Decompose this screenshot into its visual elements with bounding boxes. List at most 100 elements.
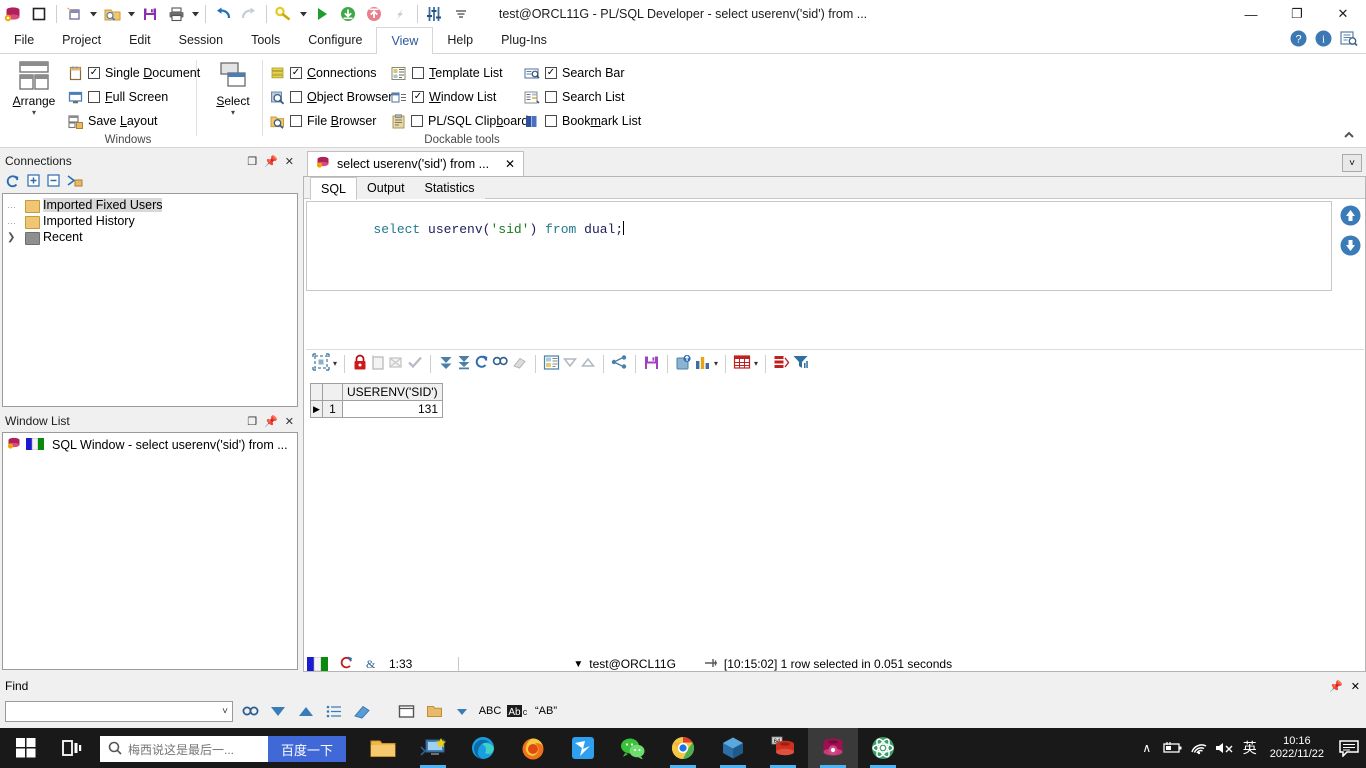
new-document-icon[interactable] [61, 1, 87, 27]
open-folder-icon[interactable] [99, 1, 125, 27]
taskbar-app-atom-editor[interactable] [858, 728, 908, 768]
file-browser-row[interactable]: File Browser [270, 110, 376, 132]
find-match-case-icon[interactable]: Ab c [507, 700, 529, 722]
new-connection-icon[interactable] [67, 174, 83, 191]
window-list-item[interactable]: SQL Window - select userenv('sid') from … [3, 436, 297, 454]
taskbar-clock[interactable]: 10:16 2022/11/22 [1262, 735, 1332, 761]
export-icon[interactable] [361, 1, 387, 27]
grid-column-header[interactable]: USERENV('SID') [342, 383, 443, 401]
refresh-results-icon[interactable] [474, 354, 490, 373]
menu-configure[interactable]: Configure [294, 27, 376, 53]
start-button[interactable] [4, 728, 48, 768]
find-binoculars-icon[interactable] [239, 700, 261, 722]
bookmark-list-checkbox[interactable] [545, 115, 557, 127]
filter-icon[interactable] [792, 354, 809, 373]
full-screen-row[interactable]: Full Screen [68, 86, 168, 108]
menu-file[interactable]: File [0, 27, 48, 53]
find-input[interactable]: ˅ [5, 700, 233, 722]
table-row[interactable]: ▶ 1 131 [310, 400, 443, 418]
window-square-icon[interactable] [26, 1, 52, 27]
help-icon[interactable]: ? [1290, 30, 1307, 50]
menu-edit[interactable]: Edit [115, 27, 165, 53]
document-tab-sql-window[interactable]: select userenv('sid') from ... ✕ [307, 151, 525, 176]
battery-icon[interactable] [1160, 728, 1186, 768]
connection-name[interactable]: test@ORCL11G [589, 657, 676, 671]
subtab-output[interactable]: Output [357, 177, 415, 199]
grid-dropdown-icon[interactable]: ▾ [754, 359, 758, 368]
save-layout-row[interactable]: Save Layout [68, 110, 158, 132]
sql-editor[interactable]: select userenv('sid') from dual; [306, 201, 1332, 291]
single-record-view-icon[interactable] [543, 354, 560, 374]
template-list-checkbox[interactable] [412, 67, 424, 79]
taskbar-app-virtualbox[interactable] [708, 728, 758, 768]
scope-folder-icon[interactable] [423, 700, 445, 722]
execute-icon[interactable] [309, 1, 335, 27]
tray-chevron-icon[interactable]: ∧ [1134, 728, 1160, 768]
last-page-icon[interactable] [456, 354, 472, 373]
window-list-pin-icon[interactable]: 📌 [264, 415, 278, 428]
connections-close-icon[interactable]: ✕ [285, 155, 294, 168]
action-center-icon[interactable] [1332, 728, 1366, 768]
chart-dropdown-icon[interactable]: ▾ [714, 359, 718, 368]
taskbar-app-microsoft-edge[interactable] [458, 728, 508, 768]
connections-restore-icon[interactable]: ❐ [247, 155, 257, 168]
tree-item-recent[interactable]: ❯ Recent [3, 229, 297, 245]
info-icon[interactable]: i [1315, 30, 1332, 50]
maximize-button[interactable]: ❐ [1274, 0, 1320, 28]
link-graph-icon[interactable] [611, 354, 628, 373]
cell-userenv-sid[interactable]: 131 [342, 400, 443, 418]
task-view-button[interactable] [52, 728, 92, 768]
print-icon[interactable] [163, 1, 189, 27]
subtab-sql[interactable]: SQL [310, 177, 358, 200]
window-list-restore-icon[interactable]: ❐ [247, 415, 257, 428]
connections-checkbox[interactable]: ✓ [290, 67, 302, 79]
menu-plugins[interactable]: Plug-Ins [487, 27, 561, 53]
menu-project[interactable]: Project [48, 27, 115, 53]
taskbar-app-remote-desktop[interactable] [408, 728, 458, 768]
lookup-book-icon[interactable] [1340, 30, 1358, 50]
print-dropdown[interactable] [189, 1, 201, 27]
menu-session[interactable]: Session [165, 27, 237, 53]
more-commands-icon[interactable] [448, 1, 474, 27]
taskbar-app-google-chrome[interactable] [658, 728, 708, 768]
next-page-icon[interactable] [438, 354, 454, 373]
lock-icon[interactable] [352, 354, 368, 374]
single-document-row[interactable]: ✓ Single Document [68, 62, 200, 84]
document-tabs-overflow[interactable]: ˅ [1342, 154, 1362, 172]
arrange-caret-icon[interactable]: ▾ [32, 109, 36, 117]
export-results-icon[interactable] [675, 354, 692, 374]
connections-tree[interactable]: … Imported Fixed Users … Imported Histor… [2, 193, 298, 407]
grid-corner-cell[interactable] [310, 383, 323, 401]
tree-item-imported-history[interactable]: … Imported History [3, 213, 297, 229]
connection-dropdown-icon[interactable]: ▼ [573, 659, 583, 670]
find-dropdown[interactable] [297, 1, 309, 27]
window-list-checkbox[interactable]: ✓ [412, 91, 424, 103]
open-dropdown[interactable] [125, 1, 137, 27]
search-list-row[interactable]: Search List [524, 86, 625, 108]
connections-pin-icon[interactable]: 📌 [264, 155, 278, 168]
settings-sliders-icon[interactable] [422, 1, 448, 27]
expand-all-icon[interactable] [27, 174, 40, 190]
close-button[interactable]: ✕ [1320, 0, 1366, 28]
copy-rows-icon[interactable] [773, 354, 790, 374]
taskbar-app-firefox[interactable] [508, 728, 558, 768]
menu-view[interactable]: View [376, 27, 434, 54]
save-results-icon[interactable] [643, 354, 660, 374]
ribbon-collapse-icon[interactable] [1342, 130, 1356, 143]
file-browser-checkbox[interactable] [290, 115, 302, 127]
subtab-statistics[interactable]: Statistics [414, 177, 485, 199]
grid-table-icon[interactable] [733, 354, 751, 373]
tree-expand-chevron-icon[interactable]: ❯ [7, 232, 25, 243]
object-browser-checkbox[interactable] [290, 91, 302, 103]
save-icon[interactable] [137, 1, 163, 27]
baidu-search-button[interactable]: 百度一下 [268, 736, 346, 762]
taskbar-app-oracle-64[interactable]: 64 [758, 728, 808, 768]
window-list-close-icon[interactable]: ✕ [285, 415, 294, 428]
document-tab-close-icon[interactable]: ✕ [505, 157, 515, 171]
menu-help[interactable]: Help [433, 27, 487, 53]
search-bar-checkbox[interactable]: ✓ [545, 67, 557, 79]
clear-highlight-icon[interactable] [351, 700, 373, 722]
taskbar-app-file-explorer[interactable] [358, 728, 408, 768]
plsql-clipboard-checkbox[interactable] [411, 115, 423, 127]
pin-message-icon[interactable] [704, 656, 718, 673]
